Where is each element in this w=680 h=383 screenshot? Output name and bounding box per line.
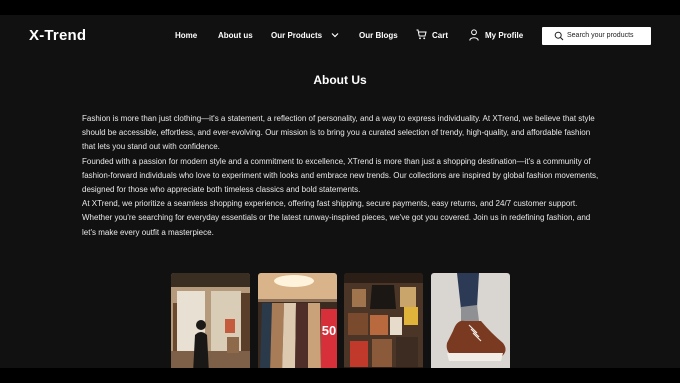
search-input[interactable]: Search your products — [542, 27, 651, 45]
top-navbar: X-Trend Home About us Our Products Our B… — [0, 15, 680, 57]
user-icon[interactable] — [469, 29, 479, 41]
chevron-down-icon[interactable] — [331, 31, 339, 39]
search-icon — [554, 31, 564, 41]
about-paragraph-3: At XTrend, we prioritize a seamless shop… — [82, 199, 591, 237]
brand-logo[interactable]: X-Trend — [29, 27, 86, 44]
nav-our-products[interactable]: Our Products — [271, 31, 322, 40]
nav-about[interactable]: About us — [218, 31, 253, 40]
search-placeholder: Search your products — [567, 32, 634, 39]
accessories-wall-image — [344, 273, 423, 368]
nav-our-blogs[interactable]: Our Blogs — [359, 31, 398, 40]
about-text: Fashion is more than just clothing—it's … — [82, 112, 600, 240]
nav-home[interactable]: Home — [175, 31, 197, 40]
shoes-product-image — [431, 273, 510, 368]
sale-sign: 50 — [322, 323, 336, 338]
about-page: X-Trend Home About us Our Products Our B… — [0, 15, 680, 368]
about-paragraph-2: Founded with a passion for modern style … — [82, 156, 599, 195]
nav-my-profile[interactable]: My Profile — [485, 31, 523, 40]
store-shopper-image — [171, 273, 250, 368]
letterbox-bottom — [0, 368, 680, 383]
nav-cart[interactable]: Cart — [432, 31, 448, 40]
cart-icon[interactable] — [416, 29, 427, 40]
clothing-rack-sale-image: 50 — [258, 273, 337, 368]
letterbox-top — [0, 0, 680, 15]
page-title: About Us — [313, 73, 367, 87]
about-paragraph-1: Fashion is more than just clothing—it's … — [82, 114, 595, 152]
